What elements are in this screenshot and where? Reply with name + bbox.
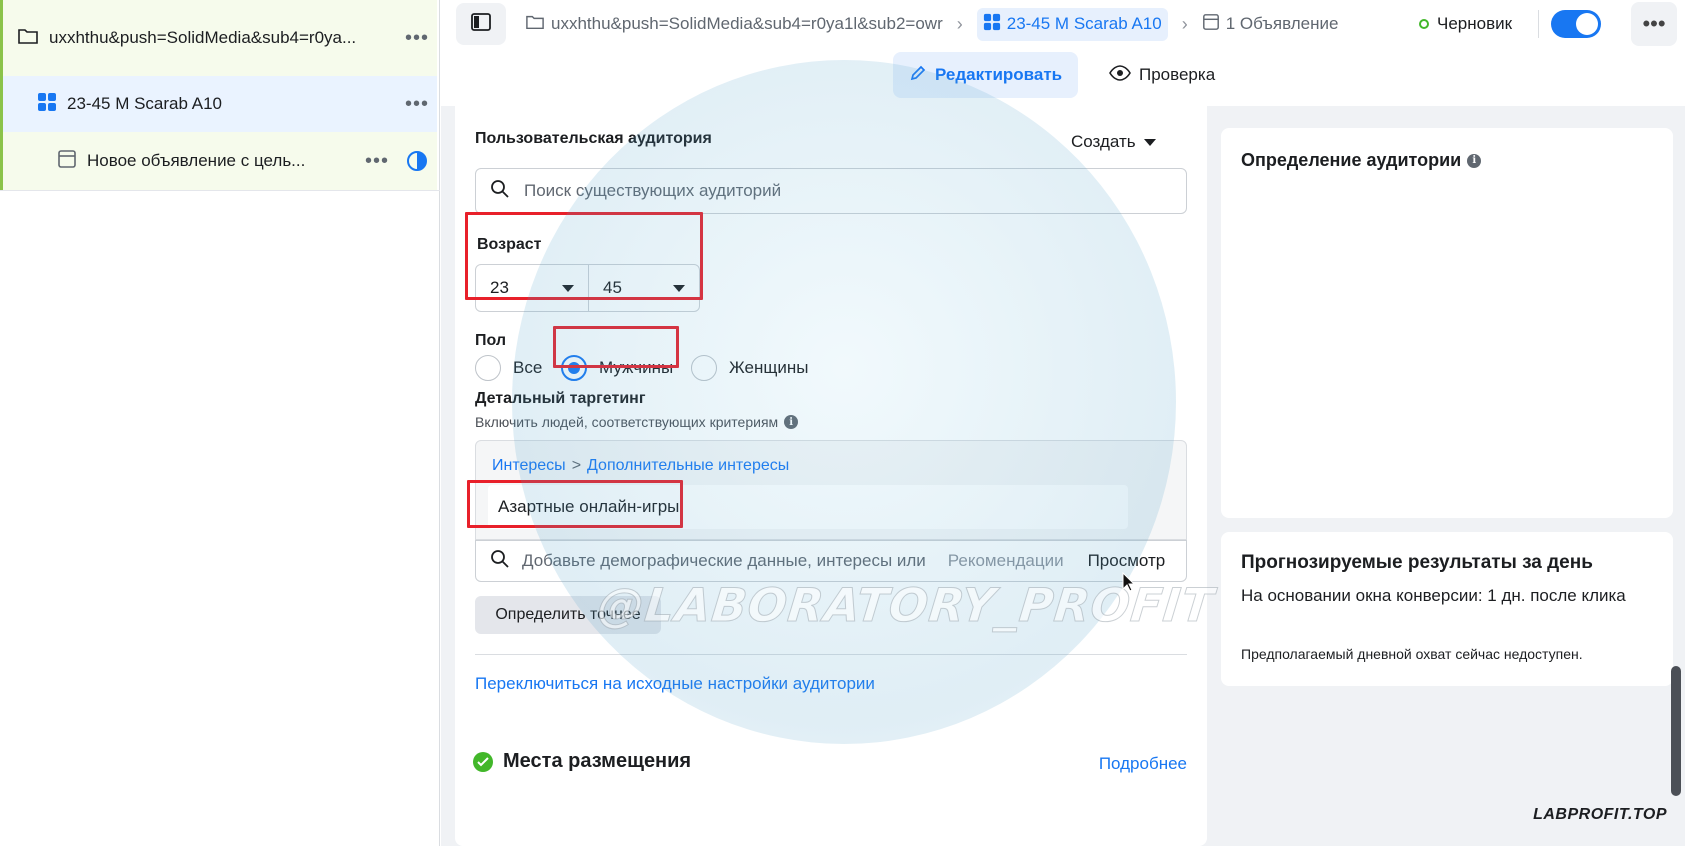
ad-card-icon [57,149,77,174]
editor-content: Пользовательская аудитория Создать Поиск… [441,106,1685,846]
dt-search-placeholder: Добавьте демографические данные, интерес… [522,551,926,570]
divider [0,190,440,191]
detailed-targeting-search-input[interactable]: Добавьте демографические данные, интерес… [475,540,1187,582]
detailed-targeting-subtitle: Включить людей, соответствующих критерия… [475,414,799,430]
tree-item-campaign[interactable]: uxxhthu&push=SolidMedia&sub4=r0ya... ••• [0,0,437,76]
breadcrumb-label: 23-45 M Scarab A10 [1006,14,1162,33]
interest-path: Интересы > Дополнительные интересы [492,457,789,475]
mouse-cursor-icon [1122,571,1136,597]
tab-review[interactable]: Проверка [1099,52,1225,98]
pencil-icon [909,64,927,87]
more-options-icon: ••• [1642,11,1666,36]
gender-women-label: Женщины [729,358,809,377]
refine-button[interactable]: Определить точнее [475,596,661,634]
tree-item-label: 23-45 M Scarab A10 [67,94,222,113]
check-circle-icon [473,751,493,772]
switch-audience-settings-link[interactable]: Переключиться на исходные настройки ауди… [475,674,875,694]
tab-label: Редактировать [935,65,1063,84]
corner-brand-text: LABPROFIT.TOP [1533,806,1667,823]
top-bar: uxxhthu&push=SolidMedia&sub4=r0ya1l&sub2… [441,0,1685,48]
breadcrumb-campaign[interactable]: uxxhthu&push=SolidMedia&sub4=r0ya1l&sub2… [525,13,943,36]
divider [1538,10,1539,38]
ad-card-icon [1202,13,1220,36]
create-label: Создать [1071,132,1136,151]
detailed-targeting-title: Детальный таргетинг [475,390,646,407]
status-dot-icon [1419,19,1429,29]
tree-item-ad[interactable]: Новое объявление с цель... ••• [0,132,437,190]
highlight-box-gender [553,326,679,368]
breadcrumb-label: uxxhthu&push=SolidMedia&sub4=r0ya1l&sub2… [551,14,943,33]
audience-card: Пользовательская аудитория Создать Поиск… [455,106,1207,770]
folder-icon [17,26,39,51]
tree-item-label: uxxhthu&push=SolidMedia&sub4=r0ya... [49,28,357,47]
estimated-results-subtitle: На основании окна конверсии: 1 дн. после… [1241,586,1626,605]
breadcrumb: uxxhthu&push=SolidMedia&sub4=r0ya1l&sub2… [525,0,1338,48]
more-options-icon[interactable]: ••• [357,150,397,173]
chevron-right-icon: › [956,13,963,34]
tab-label: Проверка [1139,65,1216,84]
ads-manager-screen: uxxhthu&push=SolidMedia&sub4=r0ya... •••… [0,0,1685,846]
placements-card: Места размещения Подробнее [455,730,1207,846]
audience-search-input[interactable]: Поиск существующих аудиторий [475,168,1187,214]
more-options-icon[interactable]: ••• [397,27,437,50]
estimated-reach-note: Предполагаемый дневной охват сейчас недо… [1241,646,1583,662]
search-icon [490,179,510,204]
grid-icon [37,92,57,117]
grid-icon [983,13,1001,36]
highlight-box-interest [467,480,683,528]
more-options-icon[interactable]: ••• [397,93,437,116]
path-more-link[interactable]: Дополнительные интересы [587,457,789,474]
radio-button[interactable] [691,355,717,381]
estimated-results-card: Прогнозируемые результаты за день На осн… [1221,532,1673,686]
breadcrumb-label: 1 Объявление [1225,14,1339,33]
more-actions-button[interactable]: ••• [1631,2,1677,46]
radio-button[interactable] [475,355,501,381]
path-interests-link[interactable]: Интересы [492,457,566,474]
search-icon [490,549,510,574]
mode-tabs: Редактировать Проверка [441,48,1685,106]
gender-all-label: Все [513,358,543,377]
breadcrumb-adset[interactable]: 23-45 M Scarab A10 [976,7,1168,41]
half-circle-status-icon [397,150,437,172]
detailed-targeting-subtitle-text: Включить людей, соответствующих критерия… [475,414,779,430]
placements-more-link[interactable]: Подробнее [1099,754,1187,774]
recommendations-link[interactable]: Рекомендации [948,551,1064,571]
scrollbar[interactable] [1671,666,1681,796]
tree-item-adset[interactable]: 23-45 M Scarab A10 ••• [0,76,437,132]
caret-down-icon [1143,138,1156,146]
info-icon[interactable]: i [784,415,799,429]
toggle-sidebar-button[interactable] [456,3,506,45]
tab-edit[interactable]: Редактировать [893,52,1079,98]
folder-icon [525,13,545,36]
audience-definition-title-text: Определение аудитории [1241,150,1462,170]
gender-all-option[interactable]: Все [475,346,542,390]
eye-icon [1109,64,1131,86]
divider [475,654,1187,655]
custom-audience-title: Пользовательская аудитория [475,130,712,147]
gender-women-option[interactable]: Женщины [691,346,808,390]
status-label: Черновик [1437,14,1513,33]
sidebar-panel-icon [470,12,492,37]
audience-definition-card: Определение аудитории i [1221,128,1673,518]
highlight-box-age [465,212,703,300]
placements-title: Места размещения [473,750,691,773]
campaign-tree-panel: uxxhthu&push=SolidMedia&sub4=r0ya... •••… [0,0,440,846]
browse-link[interactable]: Просмотр [1088,551,1166,571]
tree-item-label: Новое объявление с цель... [87,151,306,170]
path-separator: > [571,457,582,474]
search-placeholder: Поиск существующих аудиторий [524,181,782,200]
placements-title-text: Места размещения [503,750,692,772]
publish-toggle[interactable] [1551,10,1601,38]
audience-definition-title: Определение аудитории i [1241,150,1482,171]
breadcrumb-ad[interactable]: 1 Объявление [1202,13,1339,36]
estimated-results-title: Прогнозируемые результаты за день [1241,552,1593,573]
create-audience-button[interactable]: Создать [1071,132,1156,152]
status-badge: Черновик [1419,0,1512,48]
info-icon[interactable]: i [1467,153,1482,168]
chevron-right-icon: › [1181,13,1188,34]
